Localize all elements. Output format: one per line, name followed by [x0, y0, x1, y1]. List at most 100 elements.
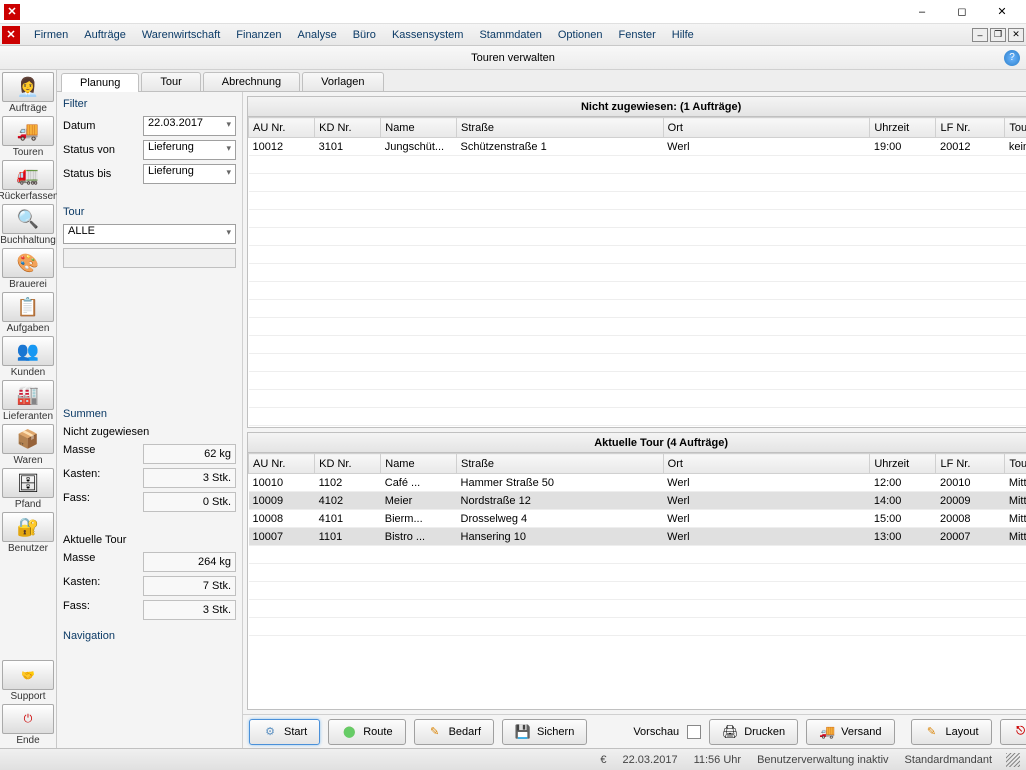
status-von-select[interactable]: Lieferung: [143, 140, 236, 160]
ende-button[interactable]: Ende: [1000, 719, 1026, 745]
menu-finanzen[interactable]: Finanzen: [228, 27, 289, 43]
statusbar: € 22.03.2017 11:56 Uhr Benutzerverwaltun…: [0, 748, 1026, 770]
sidebar-item-lieferanten[interactable]: 🏭Lieferanten: [0, 380, 56, 422]
mdi-close-button[interactable]: ✕: [1008, 28, 1024, 42]
handshake-icon: 🤝: [2, 660, 54, 690]
status-userinfo: Benutzerverwaltung inaktiv: [755, 754, 890, 766]
col-header[interactable]: Name: [381, 118, 457, 138]
col-header[interactable]: LF Nr.: [936, 454, 1005, 474]
col-header[interactable]: Name: [381, 454, 457, 474]
tab-vorlagen[interactable]: Vorlagen: [302, 72, 383, 91]
sichern-button[interactable]: Sichern: [502, 719, 587, 745]
menu-büro[interactable]: Büro: [345, 27, 384, 43]
status-time: 11:56 Uhr: [692, 754, 744, 766]
table-row-empty: [249, 282, 1026, 300]
tab-abrechnung[interactable]: Abrechnung: [203, 72, 300, 91]
menu-warenwirtschaft[interactable]: Warenwirtschaft: [134, 27, 228, 43]
col-header[interactable]: Uhrzeit: [870, 118, 936, 138]
layout-button[interactable]: Layout: [911, 719, 992, 745]
close-button[interactable]: ✕: [982, 0, 1022, 24]
sidebar-item-aufträge[interactable]: 👩‍💼Aufträge: [0, 72, 56, 114]
tab-planung[interactable]: Planung: [61, 73, 139, 92]
versand-button[interactable]: Versand: [806, 719, 894, 745]
datum-input[interactable]: 22.03.2017: [143, 116, 236, 136]
sidebar-item-support[interactable]: 🤝 Support: [0, 660, 56, 702]
mdi-minimize-button[interactable]: –: [972, 28, 988, 42]
sidebar-item-aufgaben[interactable]: 📋Aufgaben: [0, 292, 56, 334]
col-header[interactable]: Tour: [1005, 454, 1026, 474]
sidebar-item-buchhaltung[interactable]: 🔍Buchhaltung: [0, 204, 56, 246]
pencil-icon: [427, 724, 443, 740]
table-row-empty: [249, 300, 1026, 318]
tab-tour[interactable]: Tour: [141, 72, 200, 91]
col-header[interactable]: Uhrzeit: [870, 454, 936, 474]
table-row-empty: [249, 564, 1026, 582]
app-logo-icon: ✕: [4, 4, 20, 20]
col-header[interactable]: AU Nr.: [249, 118, 315, 138]
col-header[interactable]: Straße: [457, 118, 664, 138]
exit-icon: [1013, 724, 1026, 740]
help-icon[interactable]: ?: [1004, 50, 1020, 66]
menu-fenster[interactable]: Fenster: [611, 27, 664, 43]
col-header[interactable]: KD Nr.: [315, 118, 381, 138]
navigation-title: Navigation: [63, 630, 236, 642]
route-button[interactable]: Route: [328, 719, 405, 745]
sidebar-item-waren[interactable]: 📦Waren: [0, 424, 56, 466]
menu-hilfe[interactable]: Hilfe: [664, 27, 702, 43]
sidebar-item-touren[interactable]: 🚚Touren: [0, 116, 56, 158]
tour-select[interactable]: ALLE: [63, 224, 236, 244]
col-header[interactable]: Straße: [457, 454, 664, 474]
sidebar-item-kunden[interactable]: 👥Kunden: [0, 336, 56, 378]
nz-fass-value: 0 Stk.: [143, 492, 236, 512]
menu-kassensystem[interactable]: Kassensystem: [384, 27, 472, 43]
drucken-button[interactable]: Drucken: [709, 719, 798, 745]
app-logo-icon: ✕: [2, 26, 20, 44]
table-row-empty: [249, 600, 1026, 618]
bedarf-button[interactable]: Bedarf: [414, 719, 494, 745]
sidebar-item-benutzer[interactable]: 🔐Benutzer: [0, 512, 56, 554]
mdi-restore-button[interactable]: ❐: [990, 28, 1006, 42]
minimize-button[interactable]: –: [902, 0, 942, 24]
table-row[interactable]: 100094102MeierNordstraße 12Werl14:002000…: [249, 492, 1026, 510]
touren-icon: 🚚: [2, 116, 54, 146]
table-row-empty: [249, 246, 1026, 264]
table-row[interactable]: 100071101Bistro ...Hansering 10Werl13:00…: [249, 528, 1026, 546]
pfand-icon: 🗄: [2, 468, 54, 498]
col-header[interactable]: Ort: [663, 454, 870, 474]
table-row[interactable]: 100123101Jungschüt...Schützenstraße 1Wer…: [249, 138, 1026, 156]
menu-aufträge[interactable]: Aufträge: [76, 27, 134, 43]
resize-grip[interactable]: [1006, 753, 1020, 767]
table2-title: Aktuelle Tour (4 Aufträge): [594, 437, 728, 449]
menu-stammdaten[interactable]: Stammdaten: [471, 27, 549, 43]
datum-label: Datum: [63, 120, 143, 132]
sidebar-item-pfand[interactable]: 🗄Pfand: [0, 468, 56, 510]
table-row[interactable]: 100084101Bierm...Drosselweg 4Werl15:0020…: [249, 510, 1026, 528]
table-row-empty: [249, 354, 1026, 372]
summen-title: Summen: [63, 408, 236, 420]
sidebar-item-ende[interactable]: ⏻ Ende: [0, 704, 56, 746]
table-row[interactable]: 100101102Café ...Hammer Straße 50Werl12:…: [249, 474, 1026, 492]
col-header[interactable]: Ort: [663, 118, 870, 138]
table-row-empty: [249, 372, 1026, 390]
aktuelle-tour-subtitle: Aktuelle Tour: [63, 534, 236, 546]
vorschau-checkbox[interactable]: [687, 725, 701, 739]
sidebar-item-brauerei[interactable]: 🎨Brauerei: [0, 248, 56, 290]
print-icon: [722, 724, 738, 740]
table-row-empty: [249, 408, 1026, 426]
status-euro: €: [598, 754, 608, 766]
col-header[interactable]: KD Nr.: [315, 454, 381, 474]
menu-analyse[interactable]: Analyse: [290, 27, 345, 43]
filter-panel: Filter Datum 22.03.2017 Status von Liefe…: [57, 92, 243, 748]
layout-icon: [924, 724, 940, 740]
status-bis-select[interactable]: Lieferung: [143, 164, 236, 184]
col-header[interactable]: Tour: [1005, 118, 1026, 138]
start-button[interactable]: Start: [249, 719, 320, 745]
col-header[interactable]: LF Nr.: [936, 118, 1005, 138]
sidebar-item-rückerfassen[interactable]: 🚛Rückerfassen: [0, 160, 56, 202]
maximize-button[interactable]: ◻: [942, 0, 982, 24]
menu-optionen[interactable]: Optionen: [550, 27, 611, 43]
buchhaltung-icon: 🔍: [2, 204, 54, 234]
menu-firmen[interactable]: Firmen: [26, 27, 76, 43]
col-header[interactable]: AU Nr.: [249, 454, 315, 474]
nz-kasten-value: 3 Stk.: [143, 468, 236, 488]
